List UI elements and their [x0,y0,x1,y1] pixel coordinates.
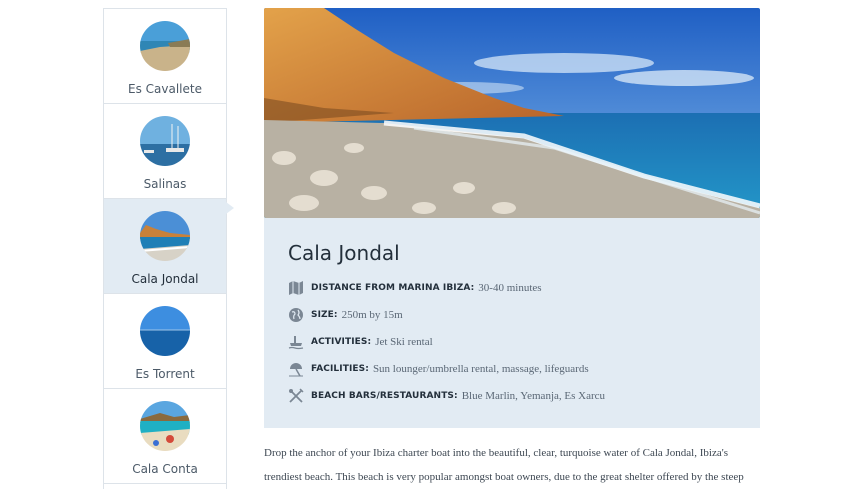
sidebar-item-es-cavallete[interactable]: Es Cavallete [104,9,226,104]
sidebar-item-label: Es Cavallete [128,82,202,96]
beach-info-card: Cala Jondal DISTANCE FROM MARINA IBIZA: … [264,218,760,428]
restaurants-label: BEACH BARS/RESTAURANTS: [311,391,458,401]
activities-label: ACTIVITIES: [311,337,372,347]
hero-beach-image [264,8,760,218]
umbrella-icon [288,361,304,377]
sidebar-item-label: Cala Conta [132,462,198,476]
size-label: SIZE: [311,310,338,320]
sidebar-item-salinas[interactable]: Salinas [104,104,226,199]
facilities-value: Sun lounger/umbrella rental, massage, li… [372,363,589,375]
sidebar-item-label: Salinas [143,177,187,191]
size-row: SIZE: 250m by 15m [288,306,403,324]
es-torrent-thumbnail [140,306,190,356]
cutlery-icon [288,388,304,404]
sidebar-item-cala-jondal[interactable]: Cala Jondal [104,199,234,294]
activities-value: Jet Ski rental [375,336,433,348]
distance-value: 30-40 minutes [478,282,542,294]
map-icon [288,280,304,296]
description-line: Drop the anchor of your Ibiza charter bo… [264,447,728,459]
salinas-thumbnail [140,116,190,166]
beach-title: Cala Jondal [288,241,400,265]
size-value: 250m by 15m [341,309,403,321]
sidebar-item-label: Es Torrent [135,367,195,381]
sidebar-item-es-torrent[interactable]: Es Torrent [104,294,226,389]
globe-icon [288,307,304,323]
sidebar-item-label: Cala Jondal [131,272,199,286]
restaurants-row: BEACH BARS/RESTAURANTS: Blue Marlin, Yem… [288,387,605,405]
facilities-label: FACILITIES: [311,364,369,374]
facilities-row: FACILITIES: Sun lounger/umbrella rental,… [288,360,589,378]
activities-row: ACTIVITIES: Jet Ski rental [288,333,433,351]
beach-description: Drop the anchor of your Ibiza charter bo… [264,441,760,489]
cala-jondal-thumbnail [140,211,190,261]
distance-label: DISTANCE FROM MARINA IBIZA: [311,283,475,293]
restaurants-value: Blue Marlin, Yemanja, Es Xarcu [461,390,605,402]
distance-row: DISTANCE FROM MARINA IBIZA: 30-40 minute… [288,279,542,297]
cala-conta-thumbnail [140,401,190,451]
description-line: trendiest beach. This beach is very popu… [264,471,744,483]
jet-ski-icon [288,334,304,350]
es-cavallete-thumbnail [140,21,190,71]
beach-sidebar: Es Cavallete Salinas Cala Jondal Es Torr… [103,8,234,489]
sidebar-item-cala-conta[interactable]: Cala Conta [104,389,226,484]
